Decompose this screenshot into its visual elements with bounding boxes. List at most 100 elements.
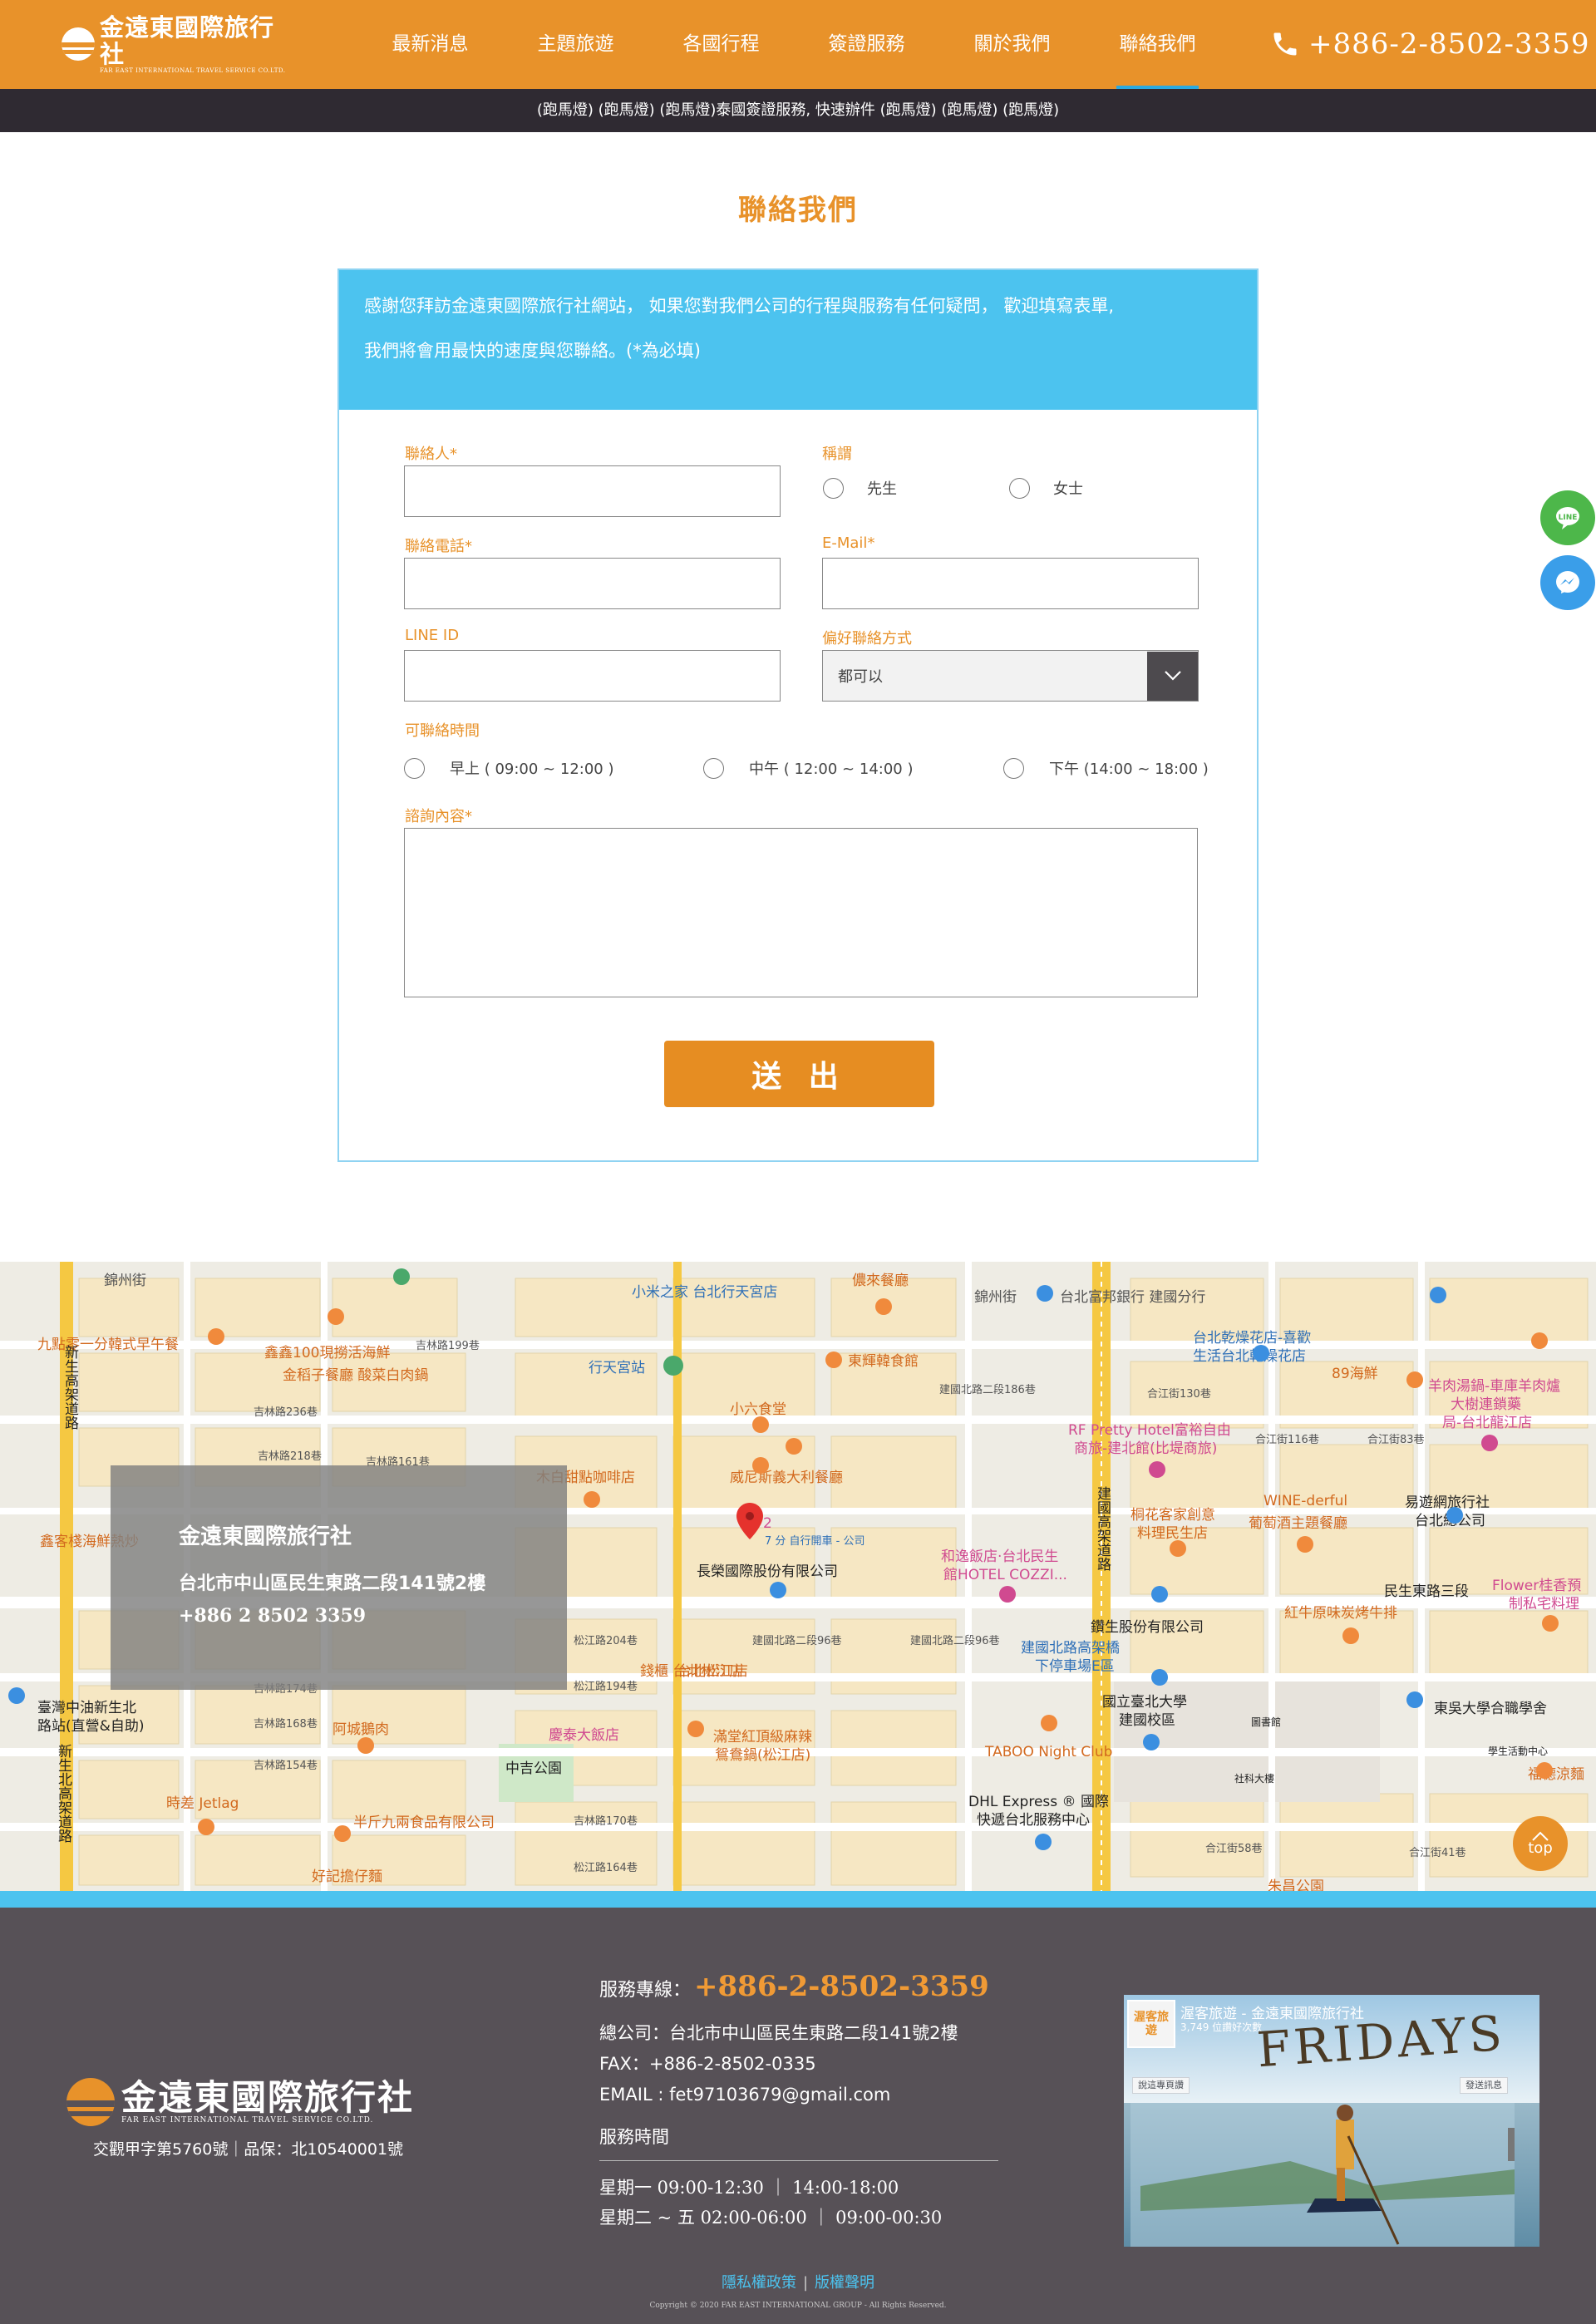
back-to-top-label: top [1528,1839,1553,1857]
time-morning-radio[interactable] [404,757,425,779]
time-noon-option[interactable]: 中午 ( 12:00 ~ 14:00 ) [703,757,913,779]
page-title: 聯絡我們 [738,194,858,227]
map-label: 料理民生店 [1137,1525,1208,1542]
map-label: 鑫鑫100現撈活海鮮 [264,1345,391,1361]
footer-logo[interactable]: 金遠東國際旅行社 FAR EAST INTERNATIONAL TRAVEL S… [66,2078,414,2126]
footer-logo-name: 金遠東國際旅行社 [121,2077,415,2118]
time-noon-radio[interactable] [703,757,724,779]
map-label: 行天宮站 [589,1360,645,1376]
map-label: 時差 Jetlag [166,1795,239,1812]
svg-text:LINE: LINE [1559,514,1578,522]
map-label: 吉林路218巷 [258,1450,322,1463]
phone-input[interactable] [404,558,781,609]
map-label: 半斤九兩食品有限公司 [353,1814,495,1831]
line-id-input[interactable] [404,650,781,702]
map-info-company: 金遠東國際旅行社 [179,1524,352,1549]
map-label: 鑽生股份有限公司 [1091,1619,1204,1636]
map-label: 89海鮮 [1332,1366,1378,1382]
site-logo[interactable]: 金遠東國際旅行社 FAR EAST INTERNATIONAL TRAVEL S… [62,14,289,74]
map-label: 局-台北龍江店 [1442,1415,1533,1431]
facebook-page-widget[interactable]: 渥客旅遊 渥客旅遊 - 金遠東國際旅行社 3,749 位讚好次數 FRIDAYS… [1124,1995,1539,2247]
map-label: 快遞台北服務中心 [977,1812,1090,1829]
chevron-down-icon[interactable] [1147,651,1198,701]
nav-theme-travel[interactable]: 主題旅遊 [503,0,648,89]
map-label: 吉林路154巷 [254,1760,318,1772]
footer-hours: 星期一 09:00-12:30 ｜ 14:00-18:00 星期二 ~ 五 02… [599,2173,998,2233]
map-label: 路站(直營&自助) [37,1718,145,1735]
map-label: 合江街41巷 [1409,1847,1466,1859]
map-label: 圖書館 [1251,1716,1282,1728]
main-nav: 最新消息 主題旅遊 各國行程 簽證服務 關於我們 聯絡我們 [357,0,1230,89]
line-chat-button[interactable]: LINE [1540,490,1595,545]
logo-text: 金遠東國際旅行社 FAR EAST INTERNATIONAL TRAVEL S… [100,14,289,75]
footer-logo-mark-icon [66,2078,115,2126]
footer-hotline-number[interactable]: +886-2-8502-3359 [694,1970,989,2003]
required-mark: * [867,534,875,552]
map-label: 下停車場E區 [1035,1658,1115,1675]
map-label: 建國北路二段186巷 [939,1384,1036,1396]
logo-subtitle: FAR EAST INTERNATIONAL TRAVEL SERVICE CO… [100,66,286,74]
map-label: 台北富邦銀行 建國分行 [1060,1289,1206,1306]
contact-person-input[interactable] [404,465,781,517]
map-label: 學生活動中心 [1488,1745,1549,1757]
salutation-ms-text: 女士 [1053,480,1083,498]
map-label: 吉林路236巷 [254,1406,318,1419]
nav-visa-service[interactable]: 簽證服務 [794,0,939,89]
time-afternoon-option[interactable]: 下午 (14:00 ~ 18:00 ) [1003,757,1209,779]
logo-mark-icon [62,27,95,61]
header-phone[interactable]: +886-2-8502-3359 [1270,23,1590,65]
time-afternoon-radio[interactable] [1003,757,1024,779]
footer-link-separator: | [802,2274,809,2292]
map-label: 威尼斯義大利餐廳 [730,1470,843,1486]
facebook-message-button[interactable]: 發送訊息 [1460,2077,1508,2094]
map-label: 建國北路二段96巷 [910,1635,1000,1647]
privacy-policy-link[interactable]: 隱私權政策 [722,2274,796,2292]
footer-logo-text: 金遠東國際旅行社 FAR EAST INTERNATIONAL TRAVEL S… [121,2080,414,2125]
footer-links: 隱私權政策 | 版權聲明 [0,2271,1596,2292]
salutation-mr-radio[interactable] [823,477,844,499]
map-label: 建國高架道路 [1094,1486,1111,1571]
map-label: 東輝韓食館 [848,1353,919,1370]
footer-hotline-label: 服務專線： [599,1980,692,2001]
footer-email[interactable]: EMAIL : fet97103679@gmail.com [599,2080,998,2110]
salutation-ms-option[interactable]: 女士 [1009,477,1083,499]
nav-country-tours[interactable]: 各國行程 [648,0,794,89]
map-label: 合江街116巷 [1255,1434,1319,1446]
inquiry-textarea[interactable] [404,828,1198,997]
facebook-page-avatar: 渥客旅遊 [1127,2000,1175,2048]
preferred-contact-select[interactable]: 都可以 [822,650,1199,702]
required-mark: * [465,808,472,825]
map-label: 社科大樓 [1234,1773,1275,1785]
footer-hours-title: 服務時間 [599,2124,998,2161]
salutation-mr-option[interactable]: 先生 [823,477,897,499]
site-footer: 金遠東國際旅行社 FAR EAST INTERNATIONAL TRAVEL S… [0,1908,1596,2324]
nav-contact-us[interactable]: 聯絡我們 [1085,0,1230,89]
nav-about-us[interactable]: 關於我們 [939,0,1085,89]
time-noon-text: 中午 ( 12:00 ~ 14:00 ) [749,761,914,778]
email-label: E-Mail* [822,534,874,552]
required-mark: * [465,538,472,555]
copyright-notice-link[interactable]: 版權聲明 [815,2274,874,2292]
back-to-top-button[interactable]: top [1513,1816,1568,1871]
footer-logo-subtitle: FAR EAST INTERNATIONAL TRAVEL SERVICE CO… [121,2116,374,2125]
nav-news[interactable]: 最新消息 [357,0,503,89]
time-morning-text: 早上 ( 09:00 ~ 12:00 ) [450,761,614,778]
announcement-marquee[interactable]: (跑馬燈) (跑馬燈) (跑馬燈)泰國簽證服務, 快速辦件 (跑馬燈) (跑馬燈… [0,89,1596,132]
map-label: 生活台北乾燥花店 [1193,1348,1306,1365]
facebook-header: 渥客旅遊 渥客旅遊 - 金遠東國際旅行社 3,749 位讚好次數 FRIDAYS… [1124,1995,1539,2094]
messenger-button[interactable] [1540,555,1595,610]
map-label: 吉林路168巷 [254,1718,318,1731]
submit-button[interactable]: 送 出 [664,1041,934,1107]
contact-person-label-text: 聯絡人 [405,446,450,463]
map-label: 合江街58巷 [1205,1843,1263,1855]
map-label: 吉林路199巷 [416,1340,480,1352]
map-info-phone: +886 2 8502 3359 [179,1605,367,1627]
form-intro: 感謝您拜訪金遠東國際旅行社網站， 如果您對我們公司的行程與服務有任何疑問， 歡迎… [339,270,1257,410]
facebook-like-button[interactable]: 說這專頁讚 [1132,2077,1190,2094]
map-label: 錦州街 [974,1289,1017,1306]
contact-form: 感謝您拜訪金遠東國際旅行社網站， 如果您對我們公司的行程與服務有任何疑問， 歡迎… [337,268,1259,1162]
time-morning-option[interactable]: 早上 ( 09:00 ~ 12:00 ) [404,757,613,779]
email-input[interactable] [822,558,1199,609]
salutation-ms-radio[interactable] [1009,477,1030,499]
map-label: 松江路204巷 [574,1635,638,1647]
